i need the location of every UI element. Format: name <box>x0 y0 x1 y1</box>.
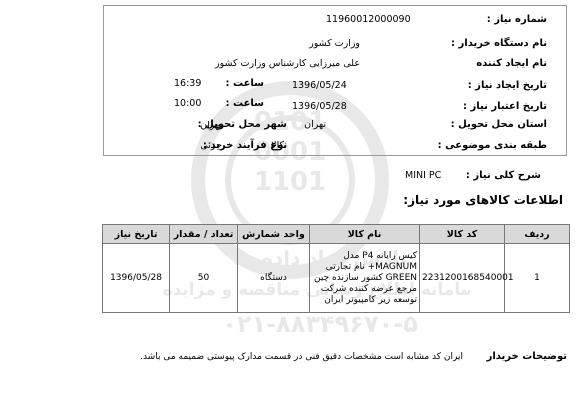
watermark-phone: ۰۲۱-۸۸۳۴۹۶۷۰-۵ <box>222 310 418 338</box>
created-time-label: ساعت : <box>225 78 265 89</box>
col-code: کد کالا <box>419 224 505 244</box>
summary-value: MINI PC <box>405 170 442 181</box>
col-qty: تعداد / مقدار <box>169 224 238 244</box>
creator-label: نام ایجاد کننده <box>476 58 547 69</box>
validity-time-label: ساعت : <box>225 98 265 109</box>
notes-label: توضیحات خریدار <box>486 351 567 362</box>
delivery-province-value: تهران <box>304 119 326 130</box>
watermark-digits-3: 1101 <box>254 167 326 197</box>
col-date: تاریخ نیاز <box>102 224 170 244</box>
created-date-value: 1396/05/24 <box>292 80 347 91</box>
cell-row-no: 1 <box>504 243 570 313</box>
need-number-value: 11960012000090 <box>326 14 411 25</box>
cell-date: 1396/05/28 <box>102 243 170 313</box>
section-title: اطلاعات کالاهای مورد نیاز: <box>403 193 563 207</box>
validity-date-value: 1396/05/28 <box>292 101 347 112</box>
validity-time-value: 10:00 <box>174 98 202 109</box>
delivery-city-value: تهران <box>200 120 222 131</box>
cell-name: کیس رایانه P4 مدل MAGNUM+ نام تجارتی GRE… <box>309 243 420 313</box>
purchase-type-value: جزئی <box>200 140 222 151</box>
buyer-org-value: وزارت کشور <box>309 38 360 49</box>
created-time-value: 16:39 <box>174 78 202 89</box>
created-date-label: تاریخ ایجاد نیاز : <box>467 80 547 91</box>
cell-code: 2231200168540001 <box>419 243 514 313</box>
delivery-province-label: استان محل تحویل : <box>450 119 547 130</box>
cell-unit: دستگاه <box>237 243 310 313</box>
table-header-row: ردیف کد کالا نام کالا واحد شمارش تعداد /… <box>102 224 570 244</box>
cell-qty: 50 <box>169 243 238 313</box>
need-number-label: شماره نیاز : <box>486 14 547 25</box>
items-table: ردیف کد کالا نام کالا واحد شمارش تعداد /… <box>102 224 570 313</box>
validity-date-label: تاریخ اعتبار نیاز : <box>463 101 547 112</box>
summary-label: شرح کلی نیاز : <box>465 170 541 181</box>
creator-value: علی میرزایی کارشناس وزارت کشور <box>215 58 360 69</box>
category-label: طبقه بندی موضوعی : <box>437 140 547 151</box>
col-name: نام کالا <box>309 224 420 244</box>
table-row: 1 2231200168540001 کیس رایانه P4 مدل MAG… <box>102 243 570 313</box>
col-row-no: ردیف <box>504 224 570 244</box>
buyer-org-label: نام دستگاه خریدار : <box>451 38 547 49</box>
notes-text: ایران کد مشابه است مشخصات دقیق فنی در قس… <box>140 352 463 362</box>
col-unit: واحد شمارش <box>237 224 310 244</box>
